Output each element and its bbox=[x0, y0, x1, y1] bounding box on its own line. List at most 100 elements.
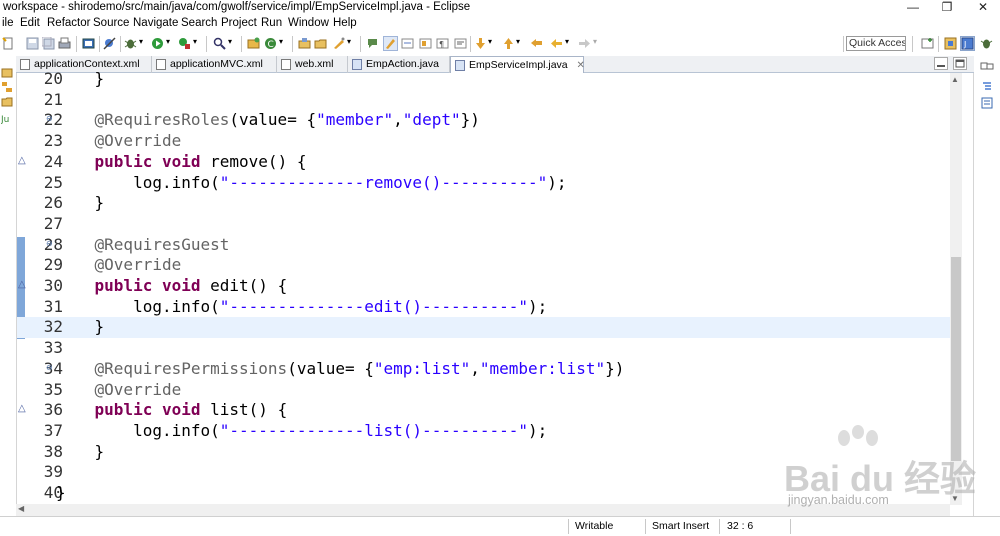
code-text[interactable]: @RequiresRoles(value= {"member","dept"}) bbox=[56, 110, 480, 130]
code-text[interactable]: log.info("--------------remove()--------… bbox=[56, 173, 566, 193]
skip-breakpoints-icon[interactable] bbox=[103, 37, 116, 50]
last-edit-location-icon[interactable] bbox=[530, 37, 543, 50]
chevron-down-icon[interactable]: ▾ bbox=[488, 37, 501, 50]
code-line[interactable]: 38 } bbox=[17, 442, 952, 463]
maximize-button[interactable]: ❐ bbox=[930, 0, 964, 16]
override-marker-icon[interactable]: △ bbox=[18, 279, 26, 290]
code-line[interactable]: 23 @Override bbox=[17, 131, 952, 152]
console-icon[interactable] bbox=[82, 37, 95, 50]
code-text[interactable]: log.info("--------------list()----------… bbox=[56, 421, 547, 441]
menu-navigate[interactable]: Navigate bbox=[133, 17, 178, 29]
type-hierarchy-icon[interactable] bbox=[1, 81, 13, 93]
code-line[interactable]: 35 @Override bbox=[17, 380, 952, 401]
menu-search[interactable]: Search bbox=[181, 17, 217, 29]
code-text[interactable]: } bbox=[56, 69, 105, 89]
code-line[interactable]: 29 @Override bbox=[17, 255, 952, 276]
next-annotation-icon[interactable] bbox=[474, 37, 487, 50]
java-ee-perspective-icon[interactable] bbox=[944, 37, 957, 50]
code-line[interactable]: 32 } bbox=[17, 317, 952, 339]
code-text[interactable]: @Override bbox=[56, 131, 182, 151]
menu-refactor[interactable]: Refactor bbox=[47, 17, 90, 29]
code-line[interactable]: 30 △ public void edit() { bbox=[17, 276, 952, 297]
search-icon[interactable] bbox=[213, 37, 226, 50]
code-line[interactable]: 20 } bbox=[17, 69, 952, 90]
chevron-down-icon[interactable]: ▾ bbox=[347, 37, 360, 50]
fold-toggle-icon[interactable]: ⊖ bbox=[46, 114, 53, 123]
chevron-down-icon[interactable]: ▾ bbox=[516, 37, 529, 50]
minimize-button[interactable]: — bbox=[896, 0, 930, 16]
code-line[interactable]: 36 △ public void list() { bbox=[17, 400, 952, 421]
fold-toggle-icon[interactable]: ⊖ bbox=[46, 239, 53, 248]
previous-annotation-icon[interactable] bbox=[502, 37, 515, 50]
show-source-icon[interactable] bbox=[454, 37, 467, 50]
code-text[interactable]: public void edit() { bbox=[56, 276, 288, 296]
debug-icon[interactable] bbox=[124, 37, 137, 50]
override-marker-icon[interactable]: △ bbox=[18, 403, 26, 414]
code-line[interactable]: 27 bbox=[17, 214, 952, 235]
run-icon[interactable] bbox=[151, 37, 164, 50]
debug-perspective-icon[interactable] bbox=[980, 37, 993, 50]
restore-icon[interactable] bbox=[980, 62, 994, 71]
menu-window[interactable]: Window bbox=[288, 17, 329, 29]
code-line[interactable]: 26 } bbox=[17, 193, 952, 214]
chevron-down-icon[interactable]: ▾ bbox=[279, 37, 292, 50]
menu-file[interactable]: ile bbox=[2, 17, 14, 29]
annotation-icon[interactable] bbox=[366, 37, 379, 50]
save-all-icon[interactable] bbox=[42, 37, 55, 50]
package-explorer-icon[interactable] bbox=[1, 66, 13, 78]
print-icon[interactable] bbox=[58, 37, 71, 50]
new-class-icon[interactable]: C bbox=[264, 37, 277, 50]
open-folder-icon[interactable] bbox=[314, 37, 327, 50]
code-text[interactable]: public void remove() { bbox=[56, 152, 307, 172]
code-line[interactable]: 33 bbox=[17, 338, 952, 359]
open-type-icon[interactable] bbox=[298, 37, 311, 50]
menu-source[interactable]: Source bbox=[93, 17, 129, 29]
code-line[interactable]: 25 log.info("--------------remove()-----… bbox=[17, 173, 952, 194]
chevron-down-icon[interactable]: ▾ bbox=[565, 37, 578, 50]
chevron-down-icon[interactable]: ▾ bbox=[193, 37, 206, 50]
save-icon[interactable] bbox=[26, 37, 39, 50]
code-text[interactable]: log.info("--------------edit()----------… bbox=[56, 297, 547, 317]
code-text[interactable]: } bbox=[56, 442, 105, 462]
open-task-icon[interactable] bbox=[332, 37, 345, 50]
code-line[interactable]: 22 ⊖ @RequiresRoles(value= {"member","dep… bbox=[17, 110, 952, 131]
code-text[interactable]: @RequiresPermissions(value= {"emp:list",… bbox=[56, 359, 625, 379]
chevron-down-icon[interactable]: ▾ bbox=[228, 37, 241, 50]
fold-toggle-icon[interactable]: ⊖ bbox=[46, 363, 53, 372]
code-line[interactable]: 24 △ public void remove() { bbox=[17, 152, 952, 173]
forward-icon[interactable] bbox=[578, 37, 591, 50]
back-icon[interactable] bbox=[550, 37, 563, 50]
code-line[interactable]: 28 ⊖ @RequiresGuest bbox=[17, 235, 952, 256]
menu-project[interactable]: Project bbox=[221, 17, 257, 29]
menu-edit[interactable]: Edit bbox=[20, 17, 40, 29]
java-editor[interactable]: 20 } 21 22 ⊖ @RequiresRoles(value= {"member… bbox=[16, 69, 974, 516]
code-text[interactable]: } bbox=[56, 193, 105, 213]
outline-icon[interactable] bbox=[981, 80, 993, 92]
folder-icon[interactable] bbox=[1, 96, 13, 108]
java-perspective-icon[interactable]: J bbox=[960, 36, 975, 51]
show-whitespace-icon[interactable]: ¶ bbox=[436, 37, 449, 50]
code-line[interactable]: 34 ⊖ @RequiresPermissions(value= {"emp:li… bbox=[17, 359, 952, 380]
code-text[interactable]: @Override bbox=[56, 255, 182, 275]
new-java-project-icon[interactable] bbox=[247, 37, 260, 50]
code-text[interactable]: } bbox=[56, 483, 66, 503]
chevron-down-icon[interactable]: ▾ bbox=[593, 37, 606, 50]
scroll-left-icon[interactable]: ◀ bbox=[18, 504, 24, 513]
code-line[interactable]: 40} bbox=[17, 483, 952, 504]
vertical-scroll-thumb[interactable] bbox=[951, 257, 961, 461]
task-list-icon[interactable] bbox=[981, 97, 993, 109]
quick-access-input[interactable]: Quick Access bbox=[846, 36, 906, 51]
code-line[interactable]: 37 log.info("--------------list()-------… bbox=[17, 421, 952, 442]
code-text[interactable]: @RequiresGuest bbox=[56, 235, 230, 255]
close-window-button[interactable]: ✕ bbox=[966, 0, 1000, 16]
menu-help[interactable]: Help bbox=[333, 17, 357, 29]
code-line[interactable]: 31 log.info("--------------edit()-------… bbox=[17, 297, 952, 318]
code-text[interactable]: public void list() { bbox=[56, 400, 288, 420]
scroll-down-icon[interactable]: ▼ bbox=[951, 494, 959, 503]
menu-run[interactable]: Run bbox=[261, 17, 282, 29]
code-line[interactable]: 39 bbox=[17, 462, 952, 483]
scroll-up-icon[interactable]: ▲ bbox=[951, 75, 959, 84]
toggle-block-selection-icon[interactable] bbox=[419, 37, 432, 50]
junit-icon[interactable]: Ju bbox=[1, 112, 13, 124]
external-tools-icon[interactable] bbox=[178, 37, 191, 50]
